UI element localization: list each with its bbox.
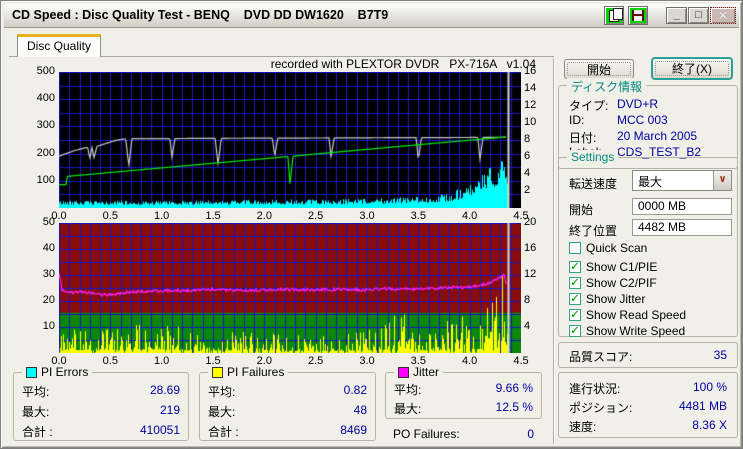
axis-tick-label: 4 [524,167,531,179]
axis-tick-label: 3.0 [359,355,375,367]
axis-tick-label: 500 [36,65,55,77]
axis-tick-label: 3.0 [359,210,375,222]
axis-tick-label: 2.0 [256,355,272,367]
axis-tick-label: 4.0 [462,210,478,222]
tab-disc-quality[interactable]: Disc Quality [17,34,101,57]
axis-tick-label: 12 [524,99,537,111]
axis-tick-label: 4.5 [513,355,529,367]
axis-tick-label: 4 [524,320,531,332]
axis-tick-label: 2.5 [308,210,324,222]
axis-tick-label: 1.0 [154,355,170,367]
axis-tick-label: 40 [42,242,55,254]
axis-tick-label: 30 [42,268,55,280]
axis-tick-label: 300 [36,119,55,132]
axis-tick-label: 10 [42,320,55,332]
app-window: CD Speed : Disc Quality Test - BENQ DVD … [0,0,743,449]
axis-tick-label: 8 [524,294,531,306]
axis-tick-label: 16 [524,242,537,254]
axis-tick-label: 4.0 [462,355,478,367]
axis-tick-label: 14 [524,82,537,94]
quality-chart-top [59,72,521,208]
axis-tick-label: 400 [36,92,55,105]
chart-note: recorded with PLEXTOR DVDR PX-716A v1.04 [270,57,536,71]
axis-tick-label: 50 [42,216,55,228]
axis-tick-label: 2 [524,184,531,196]
axis-tick-label: 20 [524,216,537,228]
axis-tick-label: 3.5 [410,355,426,367]
chart-panel: recorded with PLEXTOR DVDR PX-716A v1.04… [1,1,742,448]
axis-tick-label: 2.5 [308,355,324,367]
axis-tick-label: 0.0 [51,355,67,367]
axis-tick-label: 200 [36,146,55,159]
axis-tick-label: 2.0 [256,210,272,222]
axis-tick-label: 1.5 [205,355,221,367]
axis-tick-label: 1.0 [154,210,170,222]
axis-tick-label: 100 [36,173,55,186]
axis-tick-label: 6 [524,150,531,162]
axis-tick-label: 16 [524,65,537,77]
quality-chart-bottom [59,223,521,353]
axis-tick-label: 8 [524,133,531,145]
tab-label: Disc Quality [26,39,91,53]
axis-tick-label: 20 [42,294,55,306]
axis-tick-label: 3.5 [410,210,426,222]
axis-tick-label: 12 [524,268,537,280]
axis-tick-label: 0.5 [102,355,118,367]
axis-tick-label: 10 [524,116,537,128]
axis-tick-label: 1.5 [205,210,221,222]
axis-tick-label: 0.5 [102,210,118,222]
